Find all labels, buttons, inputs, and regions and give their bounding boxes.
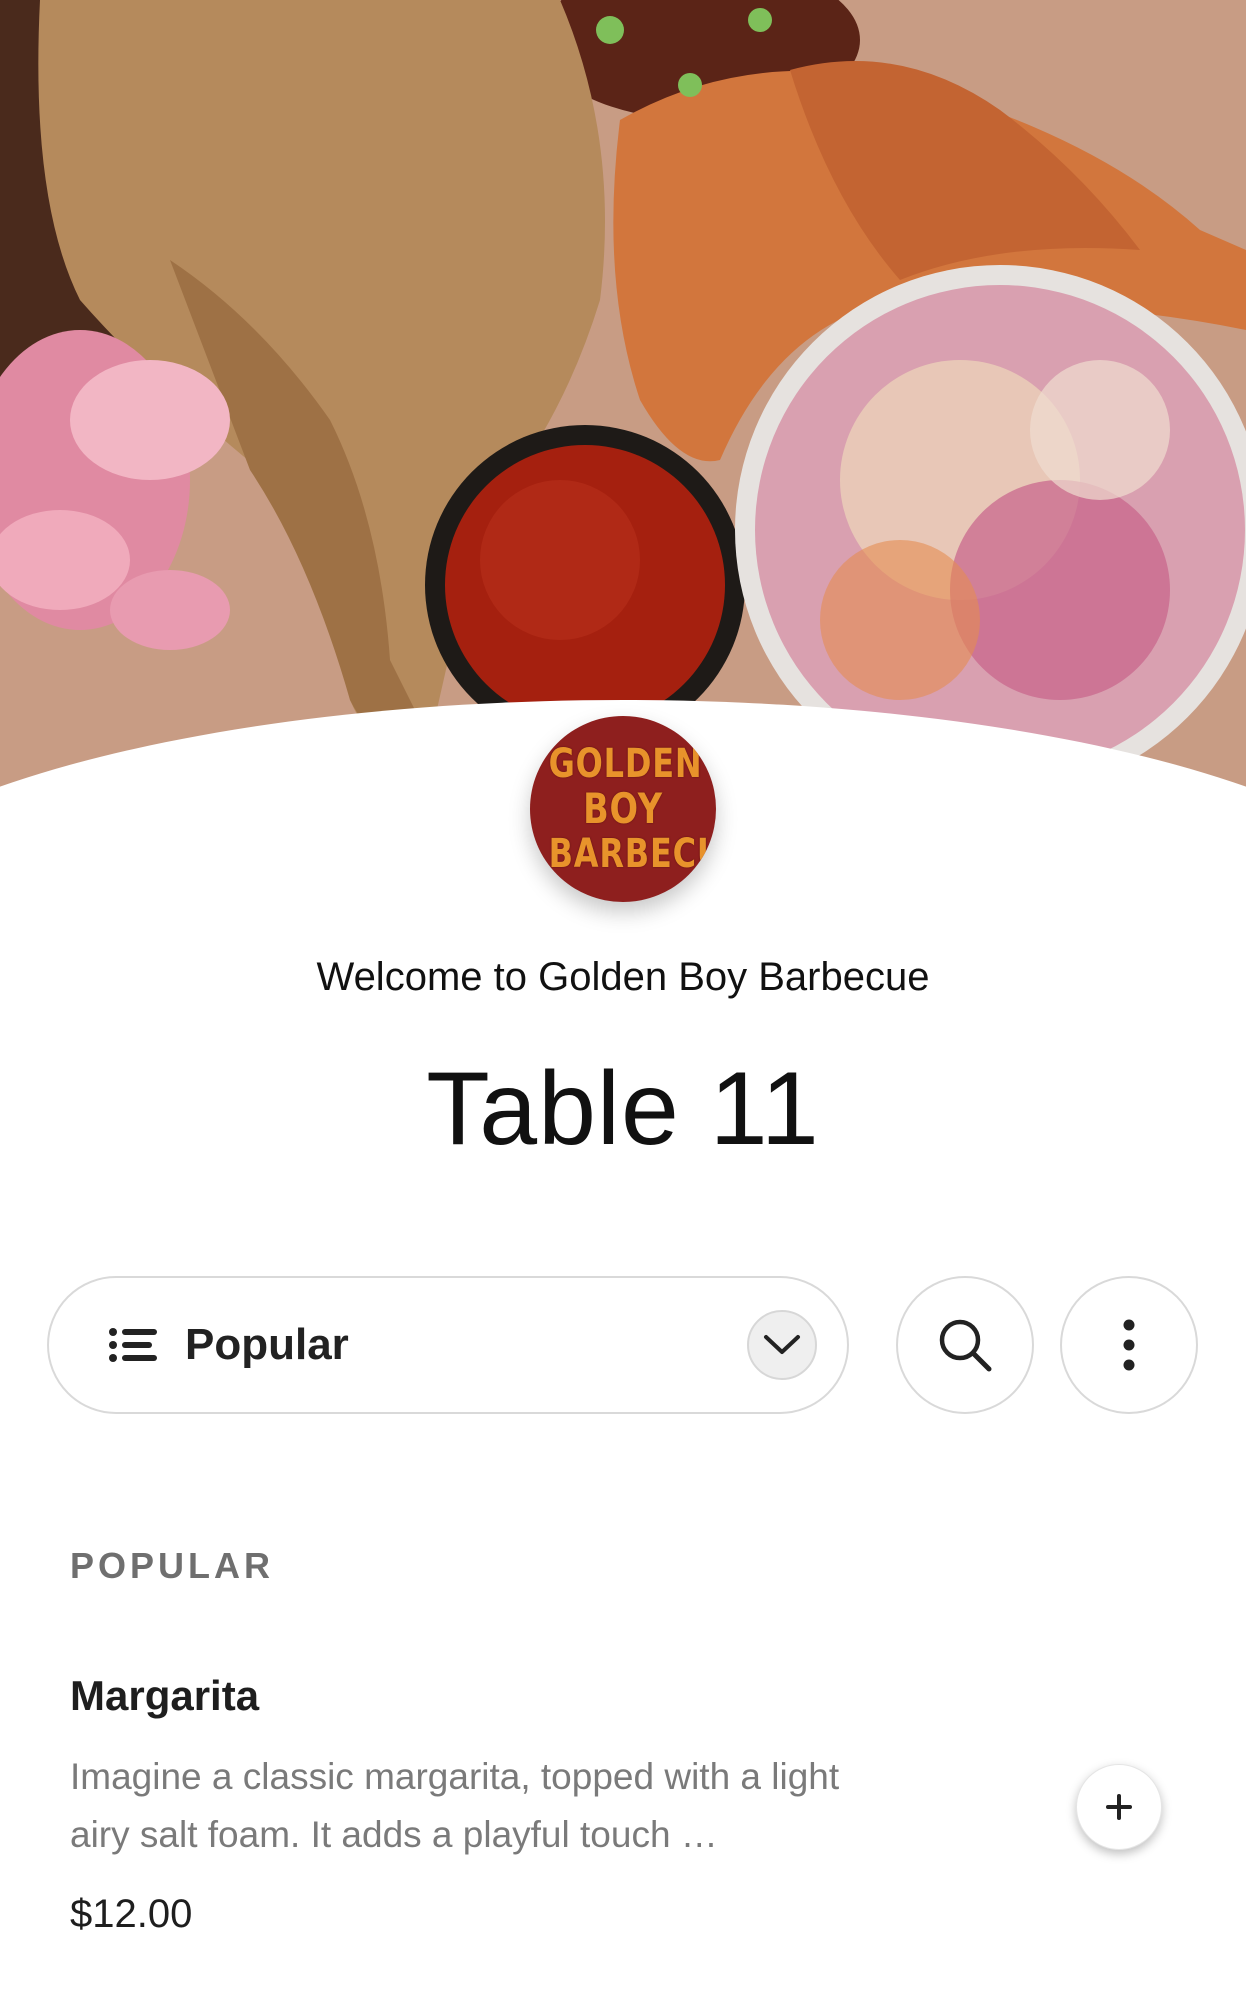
list-icon bbox=[109, 1328, 157, 1362]
logo-text-line2: BOY bbox=[583, 784, 663, 833]
welcome-text: Welcome to Golden Boy Barbecue bbox=[316, 955, 930, 999]
menu-item-price: $12.00 bbox=[70, 1892, 193, 1936]
more-vertical-icon bbox=[1123, 1319, 1135, 1371]
menu-item-description: Imagine a classic margarita, topped with… bbox=[70, 1756, 840, 1855]
table-title: Table 11 bbox=[426, 1051, 820, 1167]
logo-text-line3: BARBECUE bbox=[548, 831, 716, 877]
add-item-button[interactable] bbox=[1076, 1764, 1162, 1850]
category-dropdown[interactable]: Popular bbox=[47, 1276, 849, 1414]
more-options-button[interactable] bbox=[1060, 1276, 1198, 1414]
hero-food-illustration bbox=[0, 0, 1246, 820]
restaurant-logo: GOLDEN BOY BARBECUE bbox=[530, 716, 716, 902]
logo-text-line1: GOLDEN bbox=[548, 741, 703, 787]
search-icon bbox=[939, 1319, 992, 1372]
search-button[interactable] bbox=[896, 1276, 1034, 1414]
menu-item-name: Margarita bbox=[70, 1672, 260, 1719]
dropdown-toggle[interactable] bbox=[747, 1310, 817, 1380]
section-title: POPULAR bbox=[70, 1545, 275, 1586]
plus-icon bbox=[1106, 1794, 1132, 1820]
category-dropdown-label: Popular bbox=[185, 1320, 349, 1369]
chevron-down-icon bbox=[764, 1335, 800, 1354]
hero-image bbox=[0, 0, 1246, 820]
